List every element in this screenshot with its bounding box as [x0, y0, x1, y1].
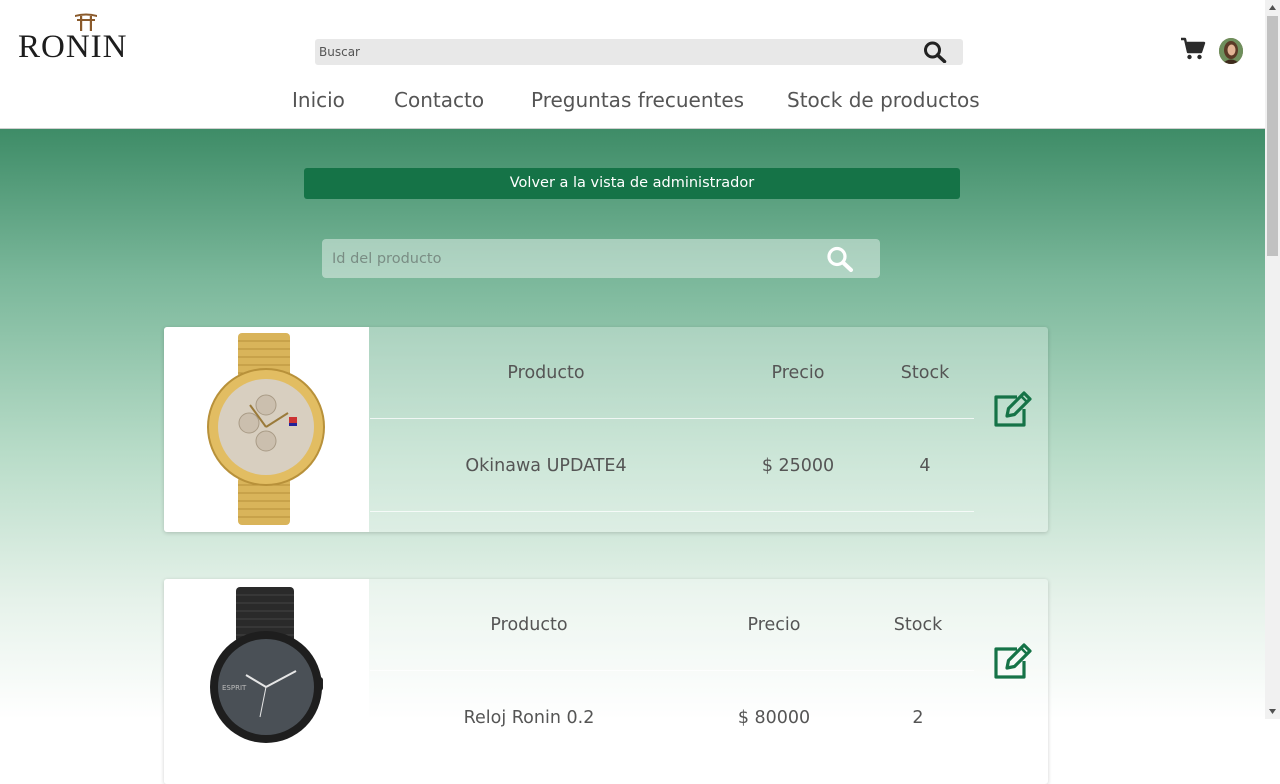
logo-text: RONIN [18, 29, 128, 65]
product-id-search [322, 239, 880, 278]
product-name: Okinawa UPDATE4 [465, 456, 627, 476]
search-bar [315, 39, 963, 65]
column-header-price: Precio [771, 363, 825, 383]
column-header-price: Precio [747, 615, 801, 635]
column-header-stock: Stock [893, 615, 943, 635]
table-divider [370, 511, 974, 512]
search-input[interactable] [319, 39, 899, 65]
ronin-logo[interactable]: RONIN [18, 12, 148, 64]
product-stock: 4 [919, 456, 931, 476]
cart-icon[interactable] [1180, 37, 1206, 61]
nav-item-preguntas-frecuentes[interactable]: Preguntas frecuentes [531, 88, 744, 112]
black-watch-image: ESPRIT [210, 587, 323, 743]
search-icon[interactable] [923, 41, 947, 63]
scroll-up-arrow-icon[interactable] [1265, 0, 1280, 15]
column-header-product: Producto [490, 615, 568, 635]
watch-brand-mark: ESPRIT [222, 684, 247, 692]
nav-item-inicio[interactable]: Inicio [292, 88, 345, 112]
product-id-input[interactable] [332, 239, 812, 278]
page-scrollbar[interactable] [1265, 0, 1280, 719]
product-name: Reloj Ronin 0.2 [463, 708, 595, 728]
product-price: $ 25000 [761, 456, 835, 476]
search-icon[interactable] [826, 246, 854, 272]
edit-icon[interactable] [991, 641, 1035, 681]
main-content: Volver a la vista de administrador Id de… [0, 129, 1265, 784]
scroll-down-arrow-icon[interactable] [1265, 704, 1280, 719]
product-image: ESPRIT [164, 579, 369, 784]
product-card: ESPRIT Producto Precio Stock Reloj Ronin… [164, 579, 1048, 784]
column-header-product: Producto [507, 363, 585, 383]
table-divider [370, 418, 974, 419]
product-image [164, 327, 369, 532]
column-header-stock: Stock [900, 363, 950, 383]
product-card: Producto Precio Stock Okinawa UPDATE4 $ … [164, 327, 1048, 532]
edit-icon[interactable] [991, 389, 1035, 429]
nav-item-contacto[interactable]: Contacto [394, 88, 484, 112]
back-to-admin-button[interactable]: Volver a la vista de administrador [304, 168, 960, 199]
main-nav: Inicio Contacto Preguntas frecuentes Sto… [0, 88, 1265, 116]
avatar[interactable] [1219, 38, 1243, 64]
site-header: RONIN Inicio Contacto Preguntas frecuent… [0, 0, 1265, 129]
scrollbar-thumb[interactable] [1267, 16, 1278, 256]
nav-item-stock-de-productos[interactable]: Stock de productos [787, 88, 980, 112]
gold-watch-image [207, 333, 325, 525]
product-price: $ 80000 [737, 708, 811, 728]
avatar-image [1219, 38, 1243, 64]
product-stock: 2 [912, 708, 924, 728]
table-divider [370, 670, 974, 671]
